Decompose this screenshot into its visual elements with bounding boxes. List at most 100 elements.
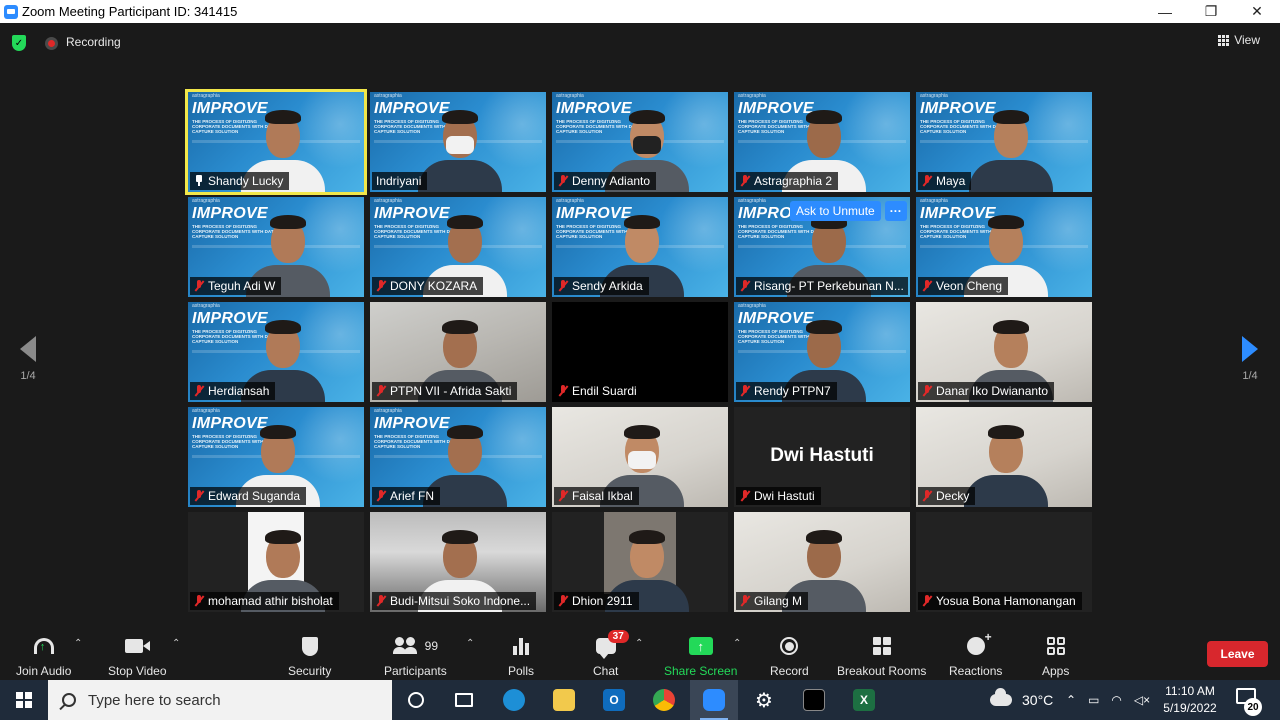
participant-tile[interactable]: astragraphia IMPROVE THE PROCESS OF DIGITI… — [552, 197, 728, 297]
join-audio-button[interactable]: Join Audio — [16, 634, 71, 678]
stop-video-button[interactable]: Stop Video — [108, 634, 167, 678]
participant-nameplate: Dhion 2911 — [554, 592, 639, 610]
speaker-muted-icon[interactable]: ◁× — [1134, 693, 1150, 707]
participant-tile[interactable]: astragraphia IMPROVE THE PROCESS OF DIGITI… — [552, 92, 728, 192]
chat-options-caret-icon[interactable]: ⌃ — [635, 638, 643, 649]
taskbar-search-box[interactable]: Type here to search — [48, 680, 392, 720]
chrome-taskbar-button[interactable] — [640, 680, 688, 720]
participant-nameplate: Budi-Mitsui Soko Indone... — [372, 592, 537, 610]
participant-tile[interactable]: astragraphia IMPROVE THE PROCESS OF DIGITI… — [370, 92, 546, 192]
view-button[interactable]: View — [1218, 33, 1260, 47]
share-screen-button[interactable]: ↑ Share Screen — [664, 634, 737, 678]
outlook-taskbar-button[interactable]: O — [590, 680, 638, 720]
participant-tile[interactable]: astragraphia IMPROVE THE PROCESS OF DIGITI… — [734, 92, 910, 192]
participant-tile[interactable]: astragraphia IMPROVE THE PROCESS OF DIGITI… — [188, 197, 364, 297]
participant-nameplate: Rendy PTPN7 — [736, 382, 837, 400]
participant-tile[interactable]: Decky — [916, 407, 1092, 507]
cortana-button[interactable] — [392, 680, 440, 720]
breakout-rooms-button[interactable]: Breakout Rooms — [837, 634, 926, 678]
prev-page-button[interactable]: 1/4 — [8, 336, 48, 382]
video-options-caret-icon[interactable]: ⌃ — [172, 638, 180, 649]
participant-tile[interactable]: PTPN VII - Afrida Sakti — [370, 302, 546, 402]
share-options-caret-icon[interactable]: ⌃ — [733, 638, 741, 649]
recording-dot-icon[interactable] — [45, 37, 58, 50]
windows-logo-icon — [16, 692, 32, 708]
participant-name: Budi-Mitsui Soko Indone... — [390, 594, 531, 608]
temperature: 30°C — [1022, 692, 1054, 708]
participants-options-caret-icon[interactable]: ⌃ — [466, 638, 474, 649]
ask-to-unmute-button[interactable]: Ask to Unmute — [790, 200, 881, 221]
more-options-button[interactable]: ··· — [884, 200, 907, 221]
minimize-button[interactable]: — — [1142, 0, 1188, 23]
participant-tile[interactable]: astragraphia IMPROVE THE PROCESS OF DIGITI… — [370, 197, 546, 297]
participant-tile[interactable]: Dhion 2911 — [552, 512, 728, 612]
show-hidden-icons-chevron-icon[interactable]: ⌃ — [1066, 693, 1076, 707]
settings-taskbar-button[interactable]: ⚙ — [740, 680, 788, 720]
start-button[interactable] — [0, 680, 48, 720]
participant-tile[interactable]: astragraphia IMPROVE THE PROCESS OF DIGITI… — [916, 92, 1092, 192]
participant-nameplate: DONY KOZARA — [372, 277, 484, 295]
edge-taskbar-button[interactable] — [490, 680, 538, 720]
participant-tile[interactable]: Dwi Hastuti Dwi Hastuti — [734, 407, 910, 507]
polls-button[interactable]: Polls — [508, 634, 534, 678]
participant-tile[interactable]: astragraphia IMPROVE THE PROCESS OF DIGITI… — [185, 89, 367, 195]
audio-options-caret-icon[interactable]: ⌃ — [74, 638, 82, 649]
zoom-taskbar-button[interactable] — [690, 680, 738, 720]
recording-label[interactable]: Recording — [66, 35, 121, 49]
participant-tile[interactable]: Danar Iko Dwiananto — [916, 302, 1092, 402]
chat-unread-badge: 37 — [607, 630, 629, 643]
reactions-button[interactable]: Reactions — [949, 630, 1002, 678]
meeting-topbar: ✓ Recording View — [0, 23, 1280, 63]
next-page-button[interactable]: 1/4 — [1230, 336, 1270, 382]
chat-button[interactable]: 37 Chat — [593, 630, 629, 678]
participant-tile[interactable]: Gilang M — [734, 512, 910, 612]
apps-button[interactable]: Apps — [1042, 634, 1069, 678]
participant-nameplate: Gilang M — [736, 592, 809, 610]
leave-button[interactable]: Leave — [1207, 641, 1268, 667]
participant-tile[interactable]: astragraphia IMPROVE THE PROCESS OF DIGITI… — [734, 302, 910, 402]
chat-label: Chat — [593, 664, 619, 678]
participant-name: Gilang M — [754, 594, 803, 608]
weather-widget[interactable]: 30°C — [990, 680, 1053, 720]
participants-count: 99 — [424, 639, 439, 653]
participants-button[interactable]: 99 Participants — [384, 634, 447, 678]
participant-tile[interactable]: Faisal Ikbal — [552, 407, 728, 507]
participant-name: Risang- PT Perkebunan N... — [754, 279, 904, 293]
wifi-icon[interactable]: ◠ — [1111, 693, 1121, 707]
excel-taskbar-button[interactable]: X — [840, 680, 888, 720]
participant-tile[interactable]: Endil Suardi — [552, 302, 728, 402]
participant-tile[interactable]: Yosua Bona Hamonangan — [916, 512, 1092, 612]
page-indicator-right: 1/4 — [1242, 370, 1258, 382]
file-explorer-taskbar-button[interactable] — [540, 680, 588, 720]
participant-tile[interactable]: astragraphia IMPROVE THE PROCESS OF DIGITI… — [188, 302, 364, 402]
participant-tile[interactable]: Budi-Mitsui Soko Indone... — [370, 512, 546, 612]
headphone-icon — [33, 638, 54, 654]
participant-tile[interactable]: mohamad athir bisholat — [188, 512, 364, 612]
record-button[interactable]: Record — [770, 634, 809, 678]
mic-muted-icon — [558, 175, 568, 187]
task-view-button[interactable] — [440, 680, 488, 720]
participant-nameplate: Arief FN — [372, 487, 441, 505]
battery-icon[interactable]: ▭ — [1088, 693, 1099, 707]
participant-nameplate: Herdiansah — [190, 382, 276, 400]
mic-muted-icon — [740, 595, 750, 607]
breakout-rooms-icon — [872, 637, 891, 655]
participant-nameplate: Indriyani — [372, 172, 428, 190]
restore-button[interactable]: ❐ — [1188, 0, 1234, 23]
edge-browser-icon — [503, 689, 525, 711]
arrow-right-icon — [1242, 336, 1258, 362]
participant-nameplate: Faisal Ikbal — [554, 487, 639, 505]
participant-name: Maya — [936, 174, 966, 188]
security-button[interactable]: Security — [288, 634, 331, 678]
close-button[interactable]: ✕ — [1234, 0, 1280, 23]
participant-tile[interactable]: astragraphia IMPROVE THE PROCESS OF DIGITI… — [370, 407, 546, 507]
participant-tile[interactable]: astragraphia IMPROVE THE PROCESS OF DIGITI… — [188, 407, 364, 507]
clock-time: 11:10 AM — [1165, 684, 1215, 698]
terminal-taskbar-button[interactable] — [790, 680, 838, 720]
participant-nameplate: Edward Suganda — [190, 487, 307, 505]
participant-name: Teguh Adi W — [208, 279, 276, 293]
participant-nameplate: Decky — [918, 487, 976, 505]
encryption-shield-icon[interactable]: ✓ — [12, 35, 26, 51]
participant-tile[interactable]: astragraphia IMPROVE THE PROCESS OF DIGITI… — [916, 197, 1092, 297]
taskbar-clock[interactable]: 11:10 AM 5/19/2022 — [1150, 683, 1230, 717]
